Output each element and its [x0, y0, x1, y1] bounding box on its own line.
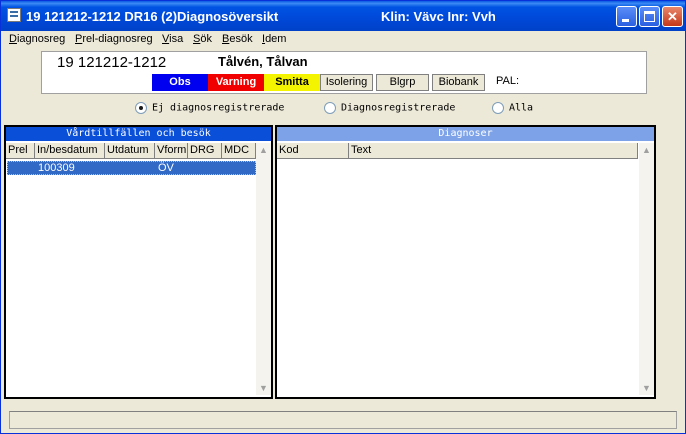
- menu-diagnosreg[interactable]: Diagnosreg: [9, 33, 65, 45]
- patient-personnummer: 19 121212-1212: [57, 54, 167, 71]
- status-bar: [9, 411, 677, 429]
- scroll-down-icon[interactable]: ▼: [256, 381, 271, 395]
- close-icon: ✕: [667, 9, 678, 24]
- obs-flag[interactable]: Obs: [152, 74, 208, 91]
- column-text[interactable]: Text: [349, 143, 638, 159]
- scroll-up-icon[interactable]: ▲: [639, 143, 654, 157]
- menu-besok-label: esök: [229, 33, 253, 45]
- column-vform[interactable]: Vform: [155, 143, 188, 159]
- app-icon[interactable]: [7, 8, 21, 22]
- column-mdc[interactable]: MDC: [222, 143, 256, 159]
- column-utdatum[interactable]: Utdatum: [105, 143, 155, 159]
- diagnoses-column-headers: Kod Text: [277, 143, 638, 159]
- menu-sok-label: ök: [200, 33, 212, 45]
- column-prel[interactable]: Prel: [6, 143, 35, 159]
- menu-diagnosreg-mnemonic: D: [9, 33, 17, 45]
- menu-prel-diagnosreg[interactable]: Prel-diagnosreg: [75, 33, 153, 45]
- minimize-button[interactable]: [616, 6, 637, 27]
- smitta-flag[interactable]: Smitta: [264, 74, 320, 91]
- column-kod[interactable]: Kod: [277, 143, 349, 159]
- scroll-up-icon[interactable]: ▲: [256, 143, 271, 157]
- menu-visa-label: isa: [169, 33, 184, 45]
- filter-ej-diagnosregistrerade-label: Ej diagnosregistrerade: [152, 102, 285, 114]
- menu-prel-diagnosreg-label: rel-diagnosreg: [82, 33, 153, 45]
- visits-column-headers: Prel In/besdatum Utdatum Vform DRG MDC: [6, 143, 256, 159]
- cell-vform: ÖV: [158, 162, 174, 174]
- menu-visa[interactable]: Visa: [162, 33, 183, 45]
- maximize-button[interactable]: [639, 6, 660, 27]
- column-drg[interactable]: DRG: [188, 143, 222, 159]
- patient-header: 19 121212-1212 Tålvén, Tålvan Obs Varnin…: [41, 51, 647, 94]
- menu-besok[interactable]: Besök: [222, 33, 253, 45]
- close-button[interactable]: ✕: [662, 6, 683, 27]
- clinic-info: Klin: Vävc Inr: Vvh: [381, 9, 496, 24]
- menu-idem-label: dem: [265, 33, 287, 45]
- visits-panel: Vårdtillfällen och besök Prel In/besdatu…: [4, 125, 273, 399]
- minimize-icon: [622, 19, 629, 22]
- radio-alla[interactable]: [492, 102, 504, 114]
- blgrp-button[interactable]: Blgrp: [376, 74, 429, 91]
- menu-idem[interactable]: Idem: [262, 33, 286, 45]
- radio-ej-diagnosregistrerade[interactable]: [135, 102, 147, 114]
- menu-sok[interactable]: Sök: [193, 33, 212, 45]
- filter-alla-label: Alla: [509, 102, 534, 114]
- menu-diagnosreg-label: iagnosreg: [16, 33, 66, 45]
- filter-diagnosregistrerade-label: Diagnosregistrerade: [341, 102, 456, 114]
- filter-alla[interactable]: Alla: [492, 102, 533, 118]
- title-bar[interactable]: 19 121212-1212 DR16 (2)Diagnosöversikt K…: [1, 1, 685, 31]
- cell-in-besdatum: 100309: [38, 162, 75, 174]
- diagnoses-panel: Diagnoser Kod Text ▲ ▼: [275, 125, 656, 399]
- column-in-besdatum[interactable]: In/besdatum: [35, 143, 105, 159]
- pal-label: PAL:: [496, 75, 520, 87]
- maximize-icon: [644, 11, 655, 22]
- diagnosis-overview-window: 19 121212-1212 DR16 (2)Diagnosöversikt K…: [0, 0, 686, 434]
- scroll-down-icon[interactable]: ▼: [639, 381, 654, 395]
- varning-flag[interactable]: Varning: [208, 74, 264, 91]
- patient-name: Tålvén, Tålvan: [218, 54, 308, 69]
- table-row[interactable]: 100309 ÖV: [7, 161, 256, 175]
- visits-scrollbar[interactable]: ▲ ▼: [256, 143, 271, 395]
- diagnoses-panel-title: Diagnoser: [277, 127, 654, 141]
- diagnoses-scrollbar[interactable]: ▲ ▼: [639, 143, 654, 395]
- isolering-button[interactable]: Isolering: [320, 74, 373, 91]
- filter-diagnosregistrerade[interactable]: Diagnosregistrerade: [324, 102, 455, 118]
- biobank-button[interactable]: Biobank: [432, 74, 485, 91]
- filter-ej-diagnosregistrerade[interactable]: Ej diagnosregistrerade: [135, 102, 284, 118]
- window-title: 19 121212-1212 DR16 (2)Diagnosöversikt: [26, 9, 279, 24]
- menu-bar: Diagnosreg Prel-diagnosreg Visa Sök Besö…: [2, 31, 685, 49]
- visits-panel-title: Vårdtillfällen och besök: [6, 127, 271, 141]
- radio-diagnosregistrerade[interactable]: [324, 102, 336, 114]
